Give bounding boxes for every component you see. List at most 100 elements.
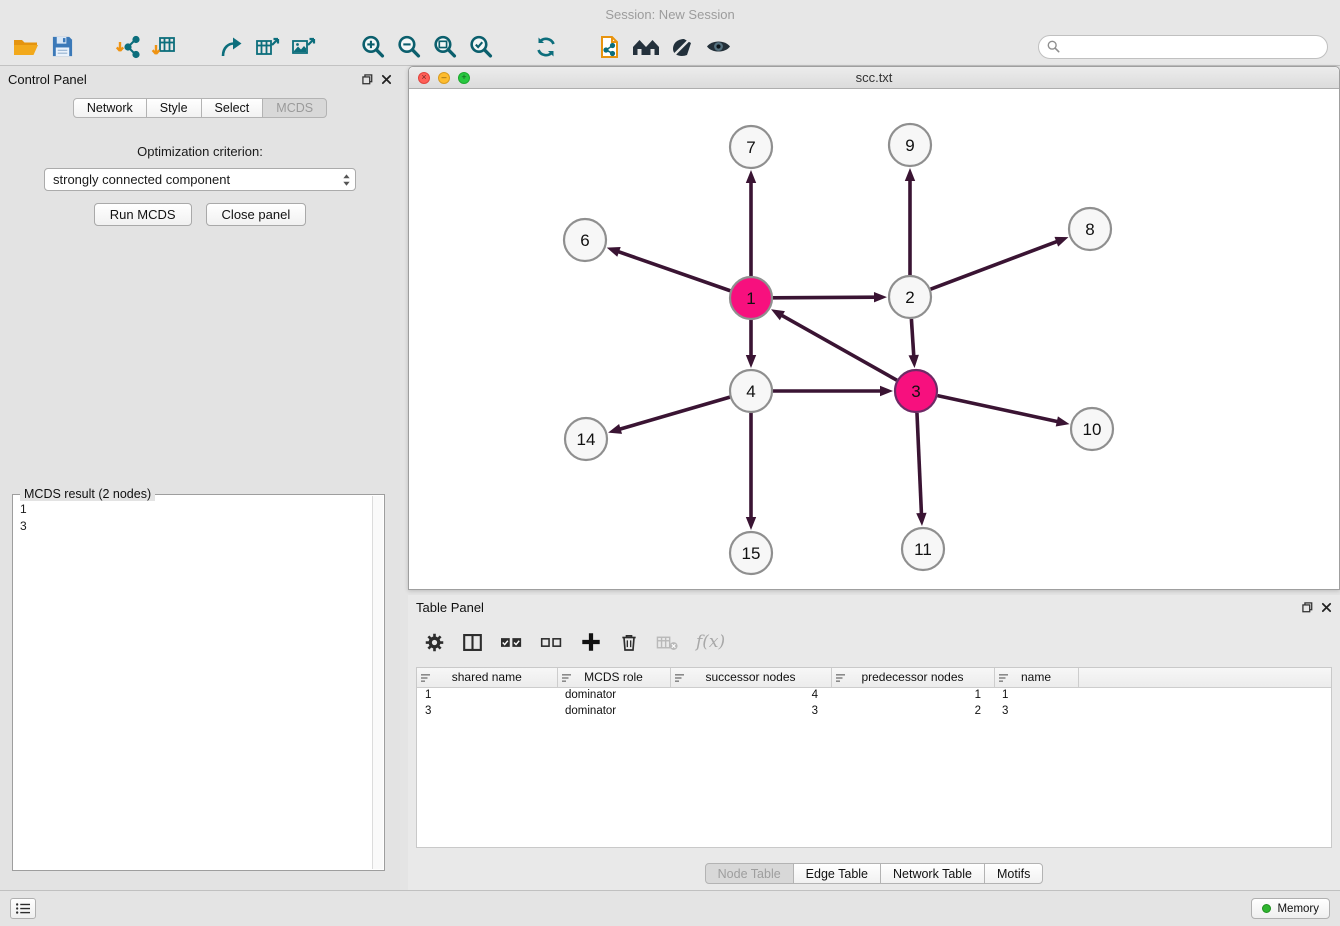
run-mcds-label: Run MCDS: [110, 207, 176, 222]
column-label: name: [1021, 670, 1051, 684]
show-hide-eye-icon[interactable]: [700, 31, 736, 63]
column-type-icon: [562, 672, 572, 686]
tab-network[interactable]: Network: [73, 98, 147, 118]
table-row[interactable]: 3 dominator 3 2 3: [417, 703, 1331, 719]
cell-name[interactable]: 3: [994, 703, 1078, 719]
delete-column-icon[interactable]: [619, 632, 639, 653]
graph-edge-1-2[interactable]: [773, 292, 887, 302]
column-header-name[interactable]: name: [994, 668, 1078, 687]
graph-node-label: 3: [911, 382, 920, 401]
column-type-icon: [999, 672, 1009, 686]
export-table-icon[interactable]: [250, 31, 286, 63]
close-table-panel-icon[interactable]: [1321, 602, 1332, 613]
cell-predecessor-nodes[interactable]: 1: [831, 687, 994, 703]
graph-edge-1-6[interactable]: [607, 247, 731, 291]
graph-edge-1-7[interactable]: [746, 170, 756, 276]
cell-shared-name[interactable]: 3: [417, 703, 557, 719]
graph-edge-4-3[interactable]: [773, 386, 893, 396]
select-all-columns-icon[interactable]: [500, 632, 523, 653]
home-views-icon[interactable]: [628, 31, 664, 63]
table-panel: Table Panel: [408, 595, 1340, 890]
graph-node-2[interactable]: 2: [889, 276, 931, 318]
network-graph[interactable]: 7 9 6 8 1 2 4 3 14 10 15 11: [409, 89, 1339, 589]
open-session-icon[interactable]: [8, 31, 44, 63]
table-panel-tabs: Node Table Edge Table Network Table Moti…: [408, 863, 1340, 884]
cell-filler: [1078, 687, 1331, 703]
cell-predecessor-nodes[interactable]: 2: [831, 703, 994, 719]
close-panel-label: Close panel: [222, 207, 291, 222]
first-neighbors-icon[interactable]: [592, 31, 628, 63]
tab-select[interactable]: Select: [201, 98, 264, 118]
export-network-icon[interactable]: [214, 31, 250, 63]
graph-node-8[interactable]: 8: [1069, 208, 1111, 250]
tab-style[interactable]: Style: [146, 98, 202, 118]
import-network-icon[interactable]: [110, 31, 146, 63]
graph-node-label: 6: [580, 231, 589, 250]
mcds-result-list[interactable]: 1 3: [13, 495, 384, 541]
memory-button[interactable]: Memory: [1251, 898, 1330, 919]
table-settings-gear-icon[interactable]: [424, 632, 445, 653]
deselect-all-columns-icon[interactable]: [540, 632, 563, 653]
tab-mcds[interactable]: MCDS: [262, 98, 327, 118]
zoom-fit-icon[interactable]: [426, 31, 462, 63]
criterion-select[interactable]: strongly connected component: [44, 168, 356, 191]
graph-edge-4-15[interactable]: [746, 413, 756, 530]
search-input[interactable]: [1065, 37, 1327, 57]
graph-node-7[interactable]: 7: [730, 126, 772, 168]
graph-edge-3-10[interactable]: [938, 396, 1070, 427]
tab-edge-table[interactable]: Edge Table: [793, 863, 881, 884]
graph-edge-2-8[interactable]: [931, 237, 1069, 289]
zoom-selected-icon[interactable]: [462, 31, 498, 63]
zoom-in-icon[interactable]: [354, 31, 390, 63]
network-window-titlebar[interactable]: scc.txt × – +: [409, 67, 1339, 89]
graph-edge-3-11[interactable]: [916, 413, 926, 526]
export-image-icon[interactable]: [286, 31, 322, 63]
column-header-mcds-role[interactable]: MCDS role: [557, 668, 670, 687]
column-header-successor-nodes[interactable]: successor nodes: [670, 668, 831, 687]
close-panel-button[interactable]: Close panel: [206, 203, 307, 226]
cell-shared-name[interactable]: 1: [417, 687, 557, 703]
cell-successor-nodes[interactable]: 4: [670, 687, 831, 703]
graph-node-6[interactable]: 6: [564, 219, 606, 261]
table-toolbar: f(x): [408, 619, 1340, 665]
cell-mcds-role[interactable]: dominator: [557, 703, 670, 719]
cell-mcds-role[interactable]: dominator: [557, 687, 670, 703]
tab-motifs[interactable]: Motifs: [984, 863, 1043, 884]
refresh-icon[interactable]: [528, 31, 564, 63]
graph-edge-2-3[interactable]: [909, 319, 919, 368]
graph-node-3[interactable]: 3: [895, 370, 937, 412]
result-scrollbar[interactable]: [372, 496, 383, 869]
column-header-shared-name[interactable]: shared name: [417, 668, 557, 687]
import-table-icon[interactable]: [146, 31, 182, 63]
graph-node-9[interactable]: 9: [889, 124, 931, 166]
graph-node-14[interactable]: 14: [565, 418, 607, 460]
add-column-icon[interactable]: [580, 631, 602, 653]
graph-edge-3-1[interactable]: [771, 309, 897, 380]
graph-edge-1-4[interactable]: [746, 320, 756, 368]
float-panel-icon[interactable]: [362, 74, 373, 85]
tab-network-table[interactable]: Network Table: [880, 863, 985, 884]
zoom-out-icon[interactable]: [390, 31, 426, 63]
cell-successor-nodes[interactable]: 3: [670, 703, 831, 719]
graph-node-1[interactable]: 1: [730, 277, 772, 319]
float-table-panel-icon[interactable]: [1302, 602, 1313, 613]
close-panel-icon[interactable]: [381, 74, 392, 85]
graph-edge-4-14[interactable]: [608, 397, 730, 434]
network-view-window: scc.txt × – + 7 9 6 8 1 2 4 3 14 10 15 11: [408, 66, 1340, 590]
column-header-predecessor-nodes[interactable]: predecessor nodes: [831, 668, 994, 687]
table-row[interactable]: 1 dominator 4 1 1: [417, 687, 1331, 703]
task-history-button[interactable]: [10, 898, 36, 919]
graph-node-10[interactable]: 10: [1071, 408, 1113, 450]
graphics-details-icon[interactable]: [664, 31, 700, 63]
run-mcds-button[interactable]: Run MCDS: [94, 203, 192, 226]
tab-node-table[interactable]: Node Table: [705, 863, 794, 884]
show-columns-icon[interactable]: [462, 632, 483, 653]
cell-name[interactable]: 1: [994, 687, 1078, 703]
graph-edge-2-9[interactable]: [905, 168, 915, 275]
save-session-icon[interactable]: [44, 31, 80, 63]
search-field[interactable]: [1038, 35, 1328, 59]
graph-node-4[interactable]: 4: [730, 370, 772, 412]
graph-node-11[interactable]: 11: [902, 528, 944, 570]
result-line: 1: [20, 501, 377, 518]
graph-node-15[interactable]: 15: [730, 532, 772, 574]
